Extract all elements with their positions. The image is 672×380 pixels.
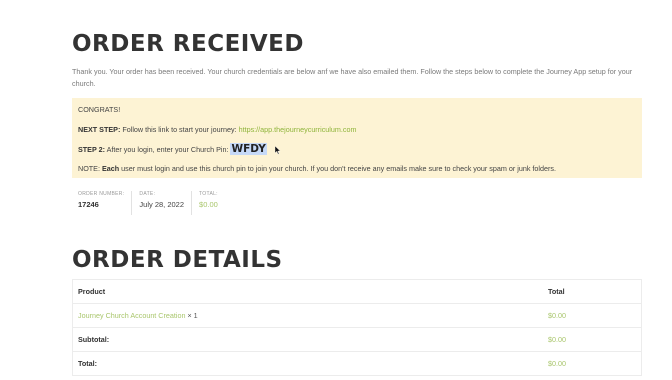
step2-text: After you login, enter your Church Pin: xyxy=(105,145,231,154)
total-value: $0.00 xyxy=(543,351,642,376)
total-column-header: Total xyxy=(543,279,642,304)
order-number-item: ORDER NUMBER: 17246 xyxy=(72,191,133,215)
product-total: $0.00 xyxy=(543,303,642,328)
order-intro-text: Thank you. Your order has been received.… xyxy=(72,67,633,88)
step2-label: STEP 2: xyxy=(78,145,106,154)
credentials-notice: CONGRATS! NEXT STEP: Follow this link to… xyxy=(72,98,642,178)
church-pin[interactable]: WFDY xyxy=(230,143,267,155)
product-quantity: × 1 xyxy=(185,311,198,320)
order-received-title: ORDER RECEIVED xyxy=(72,31,304,57)
order-overview: ORDER NUMBER: 17246 DATE: July 28, 2022 … xyxy=(72,191,225,215)
next-step-label: NEXT STEP: xyxy=(78,125,121,134)
subtotal-label: Subtotal: xyxy=(72,327,543,352)
order-date-label: DATE: xyxy=(139,191,156,197)
order-total-item: TOTAL: $0.00 xyxy=(192,191,225,215)
table-header-row: Product Total xyxy=(72,279,642,304)
note-prefix: NOTE: xyxy=(78,164,102,173)
order-date-item: DATE: July 28, 2022 xyxy=(132,191,193,215)
step2-line: STEP 2: After you login, enter your Chur… xyxy=(78,143,281,157)
product-column-header: Product xyxy=(72,279,543,304)
order-total-value: $0.00 xyxy=(199,200,218,209)
total-label: Total: xyxy=(72,351,543,376)
total-row: Total: $0.00 xyxy=(72,351,642,376)
subtotal-value: $0.00 xyxy=(543,327,642,352)
congrats-text: CONGRATS! xyxy=(78,105,121,114)
product-cell: Journey Church Account Creation × 1 xyxy=(72,303,543,328)
note-line: NOTE: Each user must login and use this … xyxy=(78,164,556,173)
journey-app-link[interactable]: https://app.thejourneycurriculum.com xyxy=(239,125,357,134)
order-total-label: TOTAL: xyxy=(199,191,218,197)
order-date-value: July 28, 2022 xyxy=(139,200,185,209)
note-bold: Each xyxy=(101,164,120,173)
next-step-line: NEXT STEP: Follow this link to start you… xyxy=(78,125,356,134)
note-text: user must login and use this church pin … xyxy=(119,164,556,173)
order-details-title: ORDER DETAILS xyxy=(72,247,283,273)
order-number-value: 17246 xyxy=(78,200,99,209)
next-step-text: Follow this link to start your journey: xyxy=(120,125,239,134)
product-link[interactable]: Journey Church Account Creation xyxy=(78,311,185,320)
order-number-label: ORDER NUMBER: xyxy=(78,191,125,197)
mouse-pointer-icon xyxy=(274,145,281,157)
subtotal-row: Subtotal: $0.00 xyxy=(72,327,642,352)
table-row: Journey Church Account Creation × 1 $0.0… xyxy=(72,303,642,328)
order-details-table: Product Total Journey Church Account Cre… xyxy=(72,279,642,376)
